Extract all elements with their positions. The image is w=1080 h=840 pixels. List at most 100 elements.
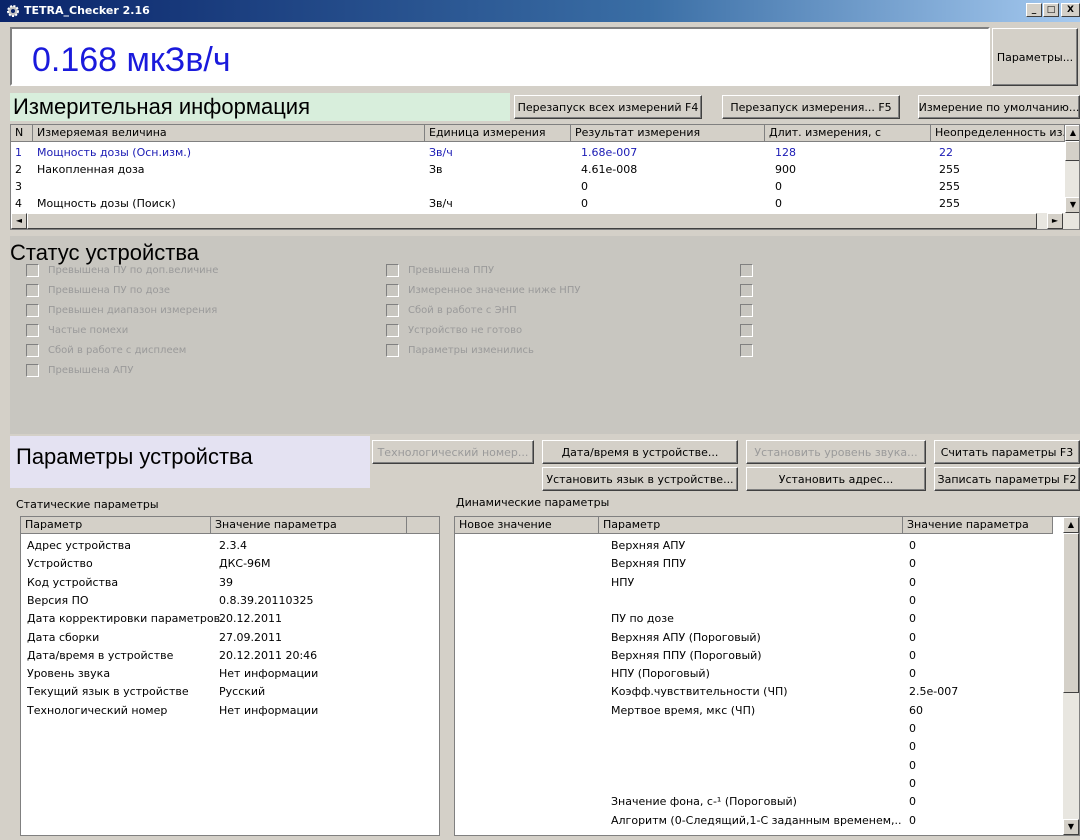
scroll-thumb[interactable] (1063, 533, 1079, 693)
status-checkbox[interactable]: Устройство не готово (386, 324, 522, 337)
scroll-thumb[interactable] (27, 213, 1037, 229)
checkbox-box[interactable] (386, 264, 399, 277)
status-checkbox[interactable] (740, 344, 762, 357)
column-header[interactable]: Результат измерения (571, 125, 765, 142)
param-name[interactable]: НПУ (611, 574, 634, 591)
column-header[interactable]: Длит. измерения, с (765, 125, 931, 142)
table-cell[interactable]: Мощность дозы (Осн.изм.) (37, 144, 191, 161)
param-name[interactable]: Верхняя АПУ (Пороговый) (611, 629, 761, 646)
measurement-vscrollbar[interactable]: ▲ ▼ (1065, 125, 1079, 213)
param-value: 0 (909, 612, 916, 626)
param-name[interactable]: НПУ (Пороговый) (611, 665, 710, 682)
checkbox-box[interactable] (26, 284, 39, 297)
checkbox-box[interactable] (26, 344, 39, 357)
checkbox-box[interactable] (740, 324, 753, 337)
status-checkbox[interactable]: Сбой в работе с ЭНП (386, 304, 517, 317)
param-name[interactable]: Алгоритм (0-Следящий,1-С заданным времен… (611, 812, 901, 829)
status-checkbox[interactable] (740, 324, 762, 337)
checkbox-box[interactable] (26, 324, 39, 337)
status-checkbox[interactable] (740, 284, 762, 297)
status-checkbox[interactable] (740, 304, 762, 317)
status-checkbox[interactable] (740, 264, 762, 277)
static-params-table[interactable]: Параметр Значение параметра Адрес устрой… (20, 516, 440, 836)
status-checkbox[interactable]: Параметры изменились (386, 344, 534, 357)
checkbox-box[interactable] (386, 344, 399, 357)
param-name[interactable]: Дата/время в устройстве (27, 647, 173, 664)
param-name[interactable]: Верхняя ППУ (611, 555, 686, 572)
default-measurement-button[interactable]: Измерение по умолчанию... (918, 95, 1080, 119)
param-name[interactable]: Уровень звука (27, 665, 110, 682)
checkbox-box[interactable] (26, 264, 39, 277)
status-checkbox[interactable]: Превышена ПУ по доп.величине (26, 264, 218, 277)
checkbox-box[interactable] (740, 344, 753, 357)
column-header[interactable]: Значение параметра (903, 517, 1053, 534)
checkbox-box[interactable] (740, 304, 753, 317)
param-name[interactable]: Текущий язык в устройстве (27, 683, 189, 700)
param-name[interactable]: Версия ПО (27, 592, 89, 609)
restart-measurement-button[interactable]: Перезапуск измерения... F5 (722, 95, 900, 119)
checkbox-box[interactable] (740, 264, 753, 277)
status-checkbox[interactable]: Частые помехи (26, 324, 128, 337)
checkbox-box[interactable] (26, 304, 39, 317)
tech-number-button[interactable]: Технологический номер... (372, 440, 534, 464)
column-header[interactable]: Новое значение (455, 517, 599, 534)
status-checkbox[interactable]: Превышена ППУ (386, 264, 494, 277)
column-header[interactable]: Измеряемая величина (33, 125, 425, 142)
column-header[interactable] (407, 517, 439, 534)
set-sound-button[interactable]: Установить уровень звука... (746, 440, 926, 464)
column-header[interactable]: Неопределенность из... (931, 125, 1065, 142)
scroll-up-icon[interactable]: ▲ (1063, 517, 1079, 533)
close-button[interactable]: X (1061, 3, 1080, 17)
column-header[interactable]: Параметр (599, 517, 903, 534)
set-language-button[interactable]: Установить язык в устройстве... (542, 467, 738, 491)
table-cell[interactable]: Мощность дозы (Поиск) (37, 195, 176, 212)
measurement-hscrollbar[interactable]: ◄ ► (11, 213, 1079, 229)
column-header[interactable]: Параметр (21, 517, 211, 534)
param-name[interactable]: Коэфф.чувствительности (ЧП) (611, 683, 788, 700)
column-header[interactable]: Единица измерения (425, 125, 571, 142)
table-cell[interactable]: Накопленная доза (37, 161, 145, 178)
param-name[interactable]: Значение фона, с-¹ (Пороговый) (611, 793, 797, 810)
scroll-thumb[interactable] (1065, 141, 1079, 161)
param-name[interactable]: ПУ по дозе (611, 610, 674, 627)
param-name[interactable]: Верхняя ППУ (Пороговый) (611, 647, 762, 664)
param-name[interactable]: Мертвое время, мкс (ЧП) (611, 702, 755, 719)
param-name[interactable]: Адрес устройства (27, 537, 131, 554)
checkbox-box[interactable] (386, 284, 399, 297)
dynamic-params-table[interactable]: Новое значение Параметр Значение парамет… (454, 516, 1080, 836)
measurement-table[interactable]: N Измеряемая величина Единица измерения … (10, 124, 1080, 230)
status-checkbox[interactable]: Превышена АПУ (26, 364, 133, 377)
checkbox-box[interactable] (386, 324, 399, 337)
column-header[interactable]: N (11, 125, 33, 142)
scroll-down-icon[interactable]: ▼ (1063, 819, 1079, 835)
status-checkbox[interactable]: Превышен диапазон измерения (26, 304, 217, 317)
device-datetime-button[interactable]: Дата/время в устройстве... (542, 440, 738, 464)
set-address-button[interactable]: Установить адрес... (746, 467, 926, 491)
minimize-button[interactable]: _ (1026, 3, 1042, 17)
write-params-button[interactable]: Записать параметры F2 (934, 467, 1080, 491)
checkbox-label: Измеренное значение ниже НПУ (408, 285, 581, 296)
read-params-button[interactable]: Считать параметры F3 (934, 440, 1080, 464)
status-checkbox[interactable]: Превышена ПУ по дозе (26, 284, 170, 297)
restart-all-button[interactable]: Перезапуск всех измерений F4 (514, 95, 702, 119)
status-checkbox[interactable]: Измеренное значение ниже НПУ (386, 284, 580, 297)
param-name[interactable]: Устройство (27, 555, 93, 572)
param-name[interactable]: Верхняя АПУ (611, 537, 685, 554)
checkbox-box[interactable] (386, 304, 399, 317)
param-name[interactable]: Дата сборки (27, 629, 99, 646)
parameters-button[interactable]: Параметры... (992, 28, 1078, 86)
param-value: 0 (909, 593, 916, 607)
checkbox-box[interactable] (26, 364, 39, 377)
param-name[interactable]: Дата корректировки параметров (27, 610, 220, 627)
param-name[interactable]: Технологический номер (27, 702, 167, 719)
scroll-up-icon[interactable]: ▲ (1065, 125, 1079, 141)
column-header[interactable]: Значение параметра (211, 517, 407, 534)
scroll-down-icon[interactable]: ▼ (1065, 197, 1079, 213)
checkbox-box[interactable] (740, 284, 753, 297)
param-name[interactable]: Код устройства (27, 574, 118, 591)
maximize-button[interactable]: □ (1043, 3, 1059, 17)
scroll-left-icon[interactable]: ◄ (11, 213, 27, 229)
scroll-right-icon[interactable]: ► (1047, 213, 1063, 229)
dynamic-vscrollbar[interactable]: ▲ ▼ (1063, 517, 1079, 835)
status-checkbox[interactable]: Сбой в работе с дисплеем (26, 344, 186, 357)
